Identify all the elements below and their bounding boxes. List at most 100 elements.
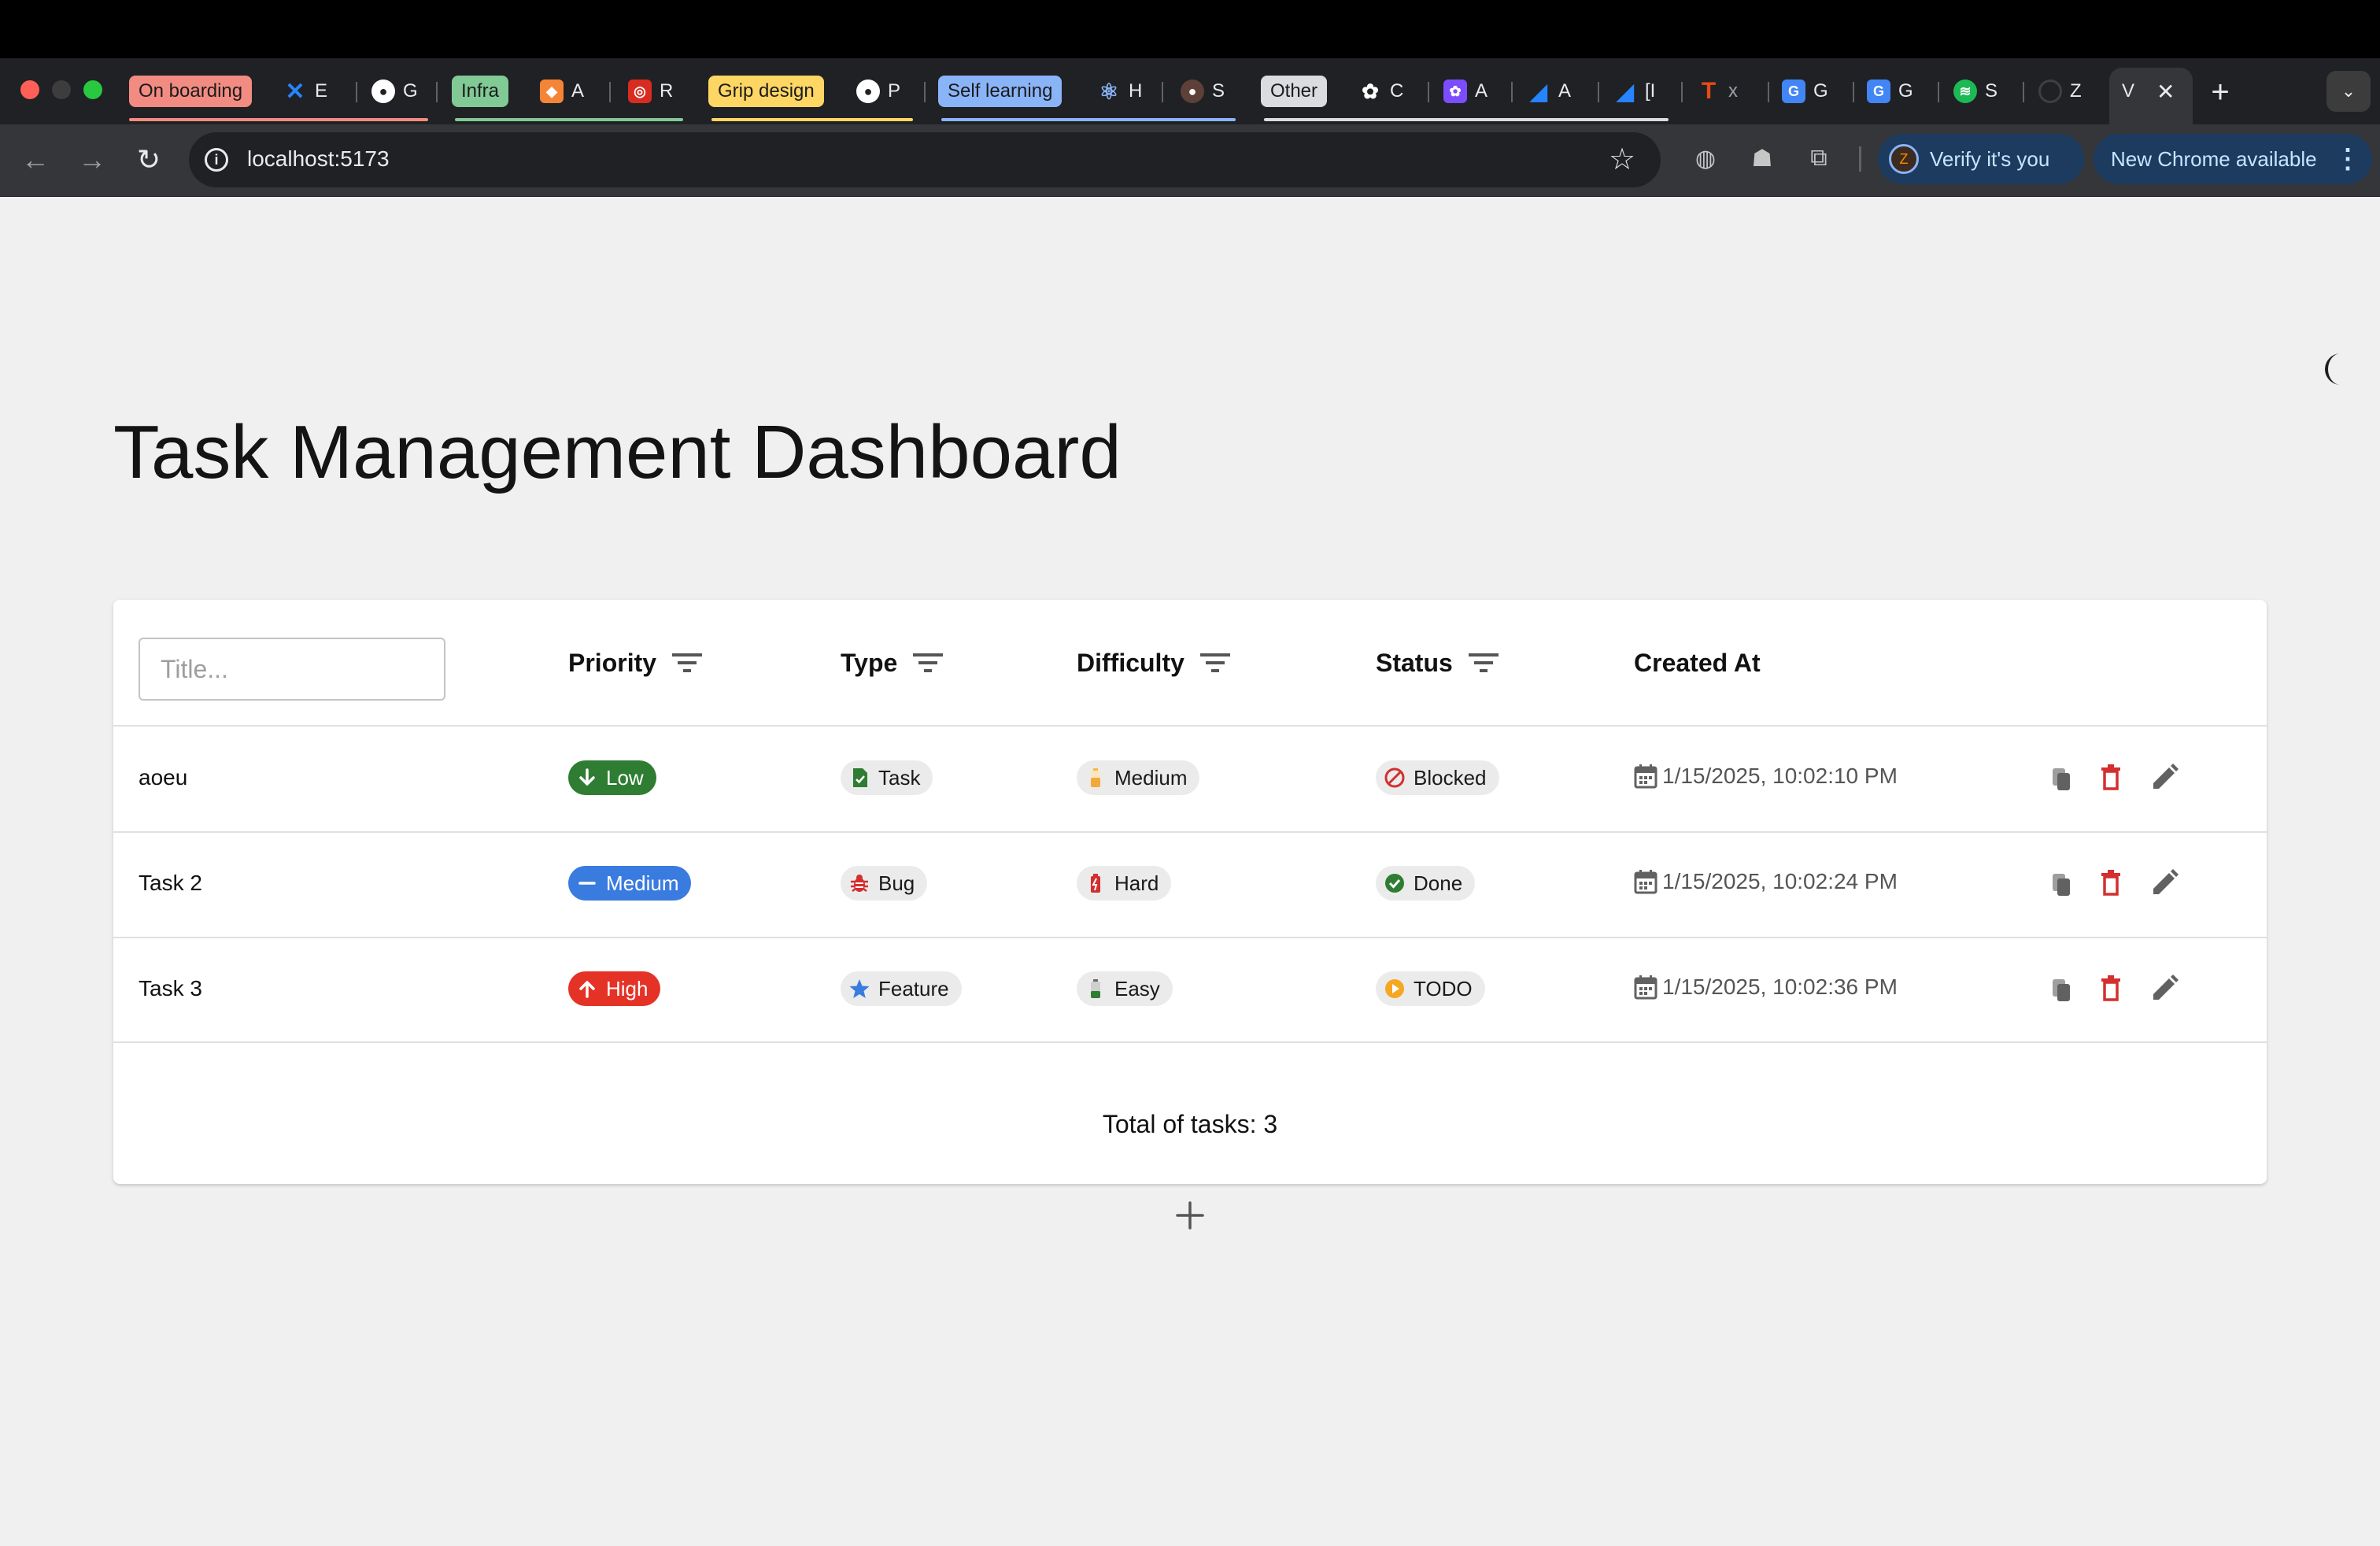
- tab-active-vite[interactable]: V ✕: [2122, 74, 2185, 109]
- new-tab-button[interactable]: +: [2201, 72, 2240, 112]
- verify-identity-button[interactable]: Z Verify it's you: [1878, 134, 2084, 184]
- edit-pencil-icon[interactable]: [2149, 762, 2180, 793]
- reload-button[interactable]: ↻: [129, 140, 168, 179]
- calendar-icon: [1634, 870, 1658, 894]
- bookmark-star-icon[interactable]: ☆: [1609, 142, 1635, 177]
- address-bar[interactable]: [189, 132, 1661, 187]
- tab-google-2[interactable]: G G: [1867, 74, 1922, 109]
- tab-t[interactable]: T x: [1697, 74, 1752, 109]
- incognito-extension-icon[interactable]: ☗: [1746, 142, 1779, 175]
- minimize-window-button[interactable]: [52, 80, 71, 99]
- forward-button[interactable]: →: [72, 140, 112, 179]
- edit-pencil-icon[interactable]: [2149, 867, 2180, 899]
- arrow-down-icon: [579, 768, 595, 786]
- delete-icon[interactable]: [2095, 762, 2127, 793]
- edit-pencil-icon[interactable]: [2149, 973, 2180, 1004]
- chevron-down-icon: ⌄: [2341, 81, 2356, 101]
- minus-icon: [578, 882, 596, 885]
- jira-icon: ◢: [1530, 79, 1547, 104]
- arrow-up-icon: [579, 981, 595, 998]
- password-manager-icon[interactable]: ◍: [1689, 142, 1722, 175]
- tab-chatgpt[interactable]: ✿ C: [1358, 74, 1414, 109]
- tab-google-1[interactable]: G G: [1782, 74, 1837, 109]
- extensions-puzzle-icon[interactable]: ⧉: [1802, 142, 1835, 175]
- google-g-icon: G: [1867, 80, 1890, 103]
- tab-loading[interactable]: Z: [2038, 74, 2094, 109]
- more-menu-icon[interactable]: ⋮: [2334, 143, 2361, 175]
- delete-icon[interactable]: [2095, 973, 2127, 1004]
- tab-separator: [1853, 82, 1854, 102]
- tab-github[interactable]: ● G: [371, 74, 427, 109]
- tab-redis[interactable]: ◎ R: [628, 74, 683, 109]
- task-title: Task 3: [139, 976, 202, 1000]
- zoom-window-button[interactable]: [83, 80, 102, 99]
- chrome-update-button[interactable]: New Chrome available: [2094, 134, 2372, 184]
- filter-icon[interactable]: [1199, 652, 1230, 674]
- copy-icon[interactable]: [2046, 975, 2078, 1006]
- title-filter-input[interactable]: [139, 638, 445, 701]
- column-header-status[interactable]: Status: [1376, 647, 1499, 679]
- github-icon: ●: [856, 80, 880, 103]
- avatar: Z: [1889, 144, 1919, 174]
- site-info-icon[interactable]: i: [205, 148, 228, 172]
- tab-github-p[interactable]: ● P: [856, 74, 911, 109]
- filter-icon[interactable]: [672, 652, 703, 674]
- tab-group-other[interactable]: Other: [1261, 76, 1328, 107]
- theme-toggle-moon-icon[interactable]: [2317, 351, 2349, 387]
- tab-jira-2[interactable]: ◢ [I: [1613, 74, 1669, 109]
- tab-app[interactable]: ● S: [1181, 74, 1236, 109]
- back-button[interactable]: ←: [16, 140, 55, 179]
- tab-react[interactable]: ⚛ H: [1097, 74, 1152, 109]
- row-divider: [113, 1041, 2267, 1043]
- tab-separator: [1598, 82, 1599, 102]
- copy-icon[interactable]: [2046, 764, 2078, 795]
- created-at-cell: 1/15/2025, 10:02:24 PM: [1634, 869, 1898, 894]
- tab-group-on-boarding[interactable]: On boarding: [129, 76, 253, 107]
- priority-chip: Medium: [568, 866, 692, 901]
- tab-group-self-learning[interactable]: Self learning: [938, 76, 1062, 107]
- close-window-button[interactable]: [20, 80, 39, 99]
- google-g-icon: G: [1782, 80, 1805, 103]
- redis-icon: ◎: [628, 80, 652, 103]
- tab-group-grip-design[interactable]: Grip design: [708, 76, 824, 107]
- filter-icon[interactable]: [1468, 652, 1499, 674]
- priority-chip: High: [568, 971, 661, 1006]
- tab-spotify[interactable]: ≋ S: [1953, 74, 2009, 109]
- task-icon: [853, 768, 867, 787]
- tab-jira[interactable]: ◢ A: [1527, 74, 1582, 109]
- tab-confluence[interactable]: ✕ E: [283, 74, 338, 109]
- tab-separator: [2023, 82, 2024, 102]
- type-chip: Bug: [841, 866, 928, 901]
- filter-icon[interactable]: [913, 652, 944, 674]
- tab-separator: [1938, 82, 1939, 102]
- type-chip: Task: [841, 760, 933, 795]
- tab-group-infra[interactable]: Infra: [452, 76, 509, 107]
- copy-icon[interactable]: [2046, 869, 2078, 901]
- column-header-difficulty[interactable]: Difficulty: [1077, 647, 1230, 679]
- arrow-right-icon: →: [78, 143, 106, 176]
- tab-separator: [1768, 82, 1769, 102]
- add-task-plus-icon[interactable]: [1171, 1196, 1209, 1234]
- delete-icon[interactable]: [2095, 867, 2127, 899]
- close-tab-icon[interactable]: ✕: [2156, 79, 2175, 105]
- column-header-type[interactable]: Type: [841, 647, 944, 679]
- ai-icon: ✿: [1443, 80, 1467, 103]
- toolbar-divider: [1859, 146, 1861, 172]
- tab-group-line: [455, 118, 683, 121]
- tab-aws[interactable]: ◆ A: [540, 74, 595, 109]
- tab-separator: [356, 82, 357, 102]
- github-icon: ●: [371, 80, 395, 103]
- status-chip: Done: [1376, 866, 1476, 901]
- tab-group-line: [941, 118, 1236, 121]
- row-divider: [113, 937, 2267, 938]
- tab-group-line: [1264, 118, 1669, 121]
- url-text[interactable]: localhost:5173: [247, 146, 390, 172]
- tab-search-button[interactable]: ⌄: [2326, 71, 2371, 112]
- status-chip: Blocked: [1376, 760, 1499, 795]
- row-divider: [113, 831, 2267, 833]
- tab-separator: [1511, 82, 1513, 102]
- task-title: Task 2: [139, 871, 202, 895]
- total-tasks-label: Total of tasks: 3: [1102, 1110, 1278, 1138]
- column-header-priority[interactable]: Priority: [568, 647, 703, 679]
- tab-ai[interactable]: ✿ A: [1443, 74, 1499, 109]
